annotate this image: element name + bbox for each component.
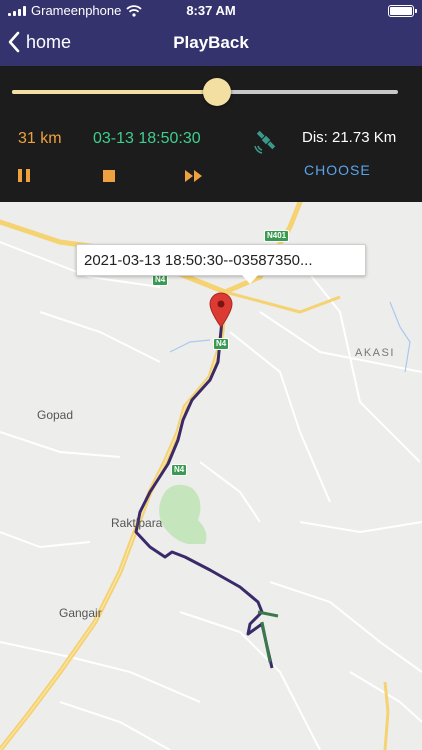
fast-forward-button[interactable] bbox=[183, 166, 207, 186]
map-pin-icon[interactable] bbox=[208, 292, 234, 328]
slider-thumb[interactable] bbox=[202, 78, 231, 106]
route-path bbox=[134, 319, 274, 669]
status-bar: Grameenphone 8:37 AM bbox=[0, 0, 422, 22]
slider-progress bbox=[12, 90, 217, 94]
stream bbox=[169, 339, 211, 353]
place-label-gangair: Gangair bbox=[59, 606, 102, 620]
stop-button[interactable] bbox=[100, 166, 120, 186]
datetime-readout: 03-13 18:50:30 bbox=[93, 130, 201, 147]
status-time: 8:37 AM bbox=[186, 3, 236, 18]
navigation-bar: home PlayBack bbox=[0, 22, 422, 66]
road-shield-n401: N401 bbox=[264, 230, 290, 242]
pause-button[interactable] bbox=[16, 166, 36, 186]
playback-slider[interactable] bbox=[12, 78, 398, 106]
page-title: PlayBack bbox=[173, 33, 249, 52]
highway-branch bbox=[224, 290, 341, 314]
park-area bbox=[159, 484, 207, 544]
distance-readout: Dis: 21.73 Km bbox=[302, 129, 397, 146]
fast-forward-icon bbox=[185, 170, 202, 182]
route-segment-green bbox=[257, 610, 279, 663]
road-south bbox=[383, 681, 390, 750]
river bbox=[389, 301, 411, 373]
road-shield-n4-mid: N4 bbox=[213, 338, 230, 350]
speed-readout: 31 km bbox=[18, 130, 62, 147]
road-shield-n4-low: N4 bbox=[171, 464, 188, 476]
choose-button[interactable]: CHOOSE bbox=[304, 162, 371, 178]
map-canvas[interactable] bbox=[0, 202, 422, 750]
satellite-icon bbox=[254, 130, 276, 154]
battery-icon bbox=[388, 5, 417, 17]
place-label-raktipara: Raktipara bbox=[111, 516, 163, 530]
info-callout[interactable]: 2021-03-13 18:50:30--03587350... bbox=[76, 244, 366, 284]
stop-icon bbox=[103, 170, 115, 182]
playback-controls: 31 km 03-13 18:50:30 Dis: 21.73 Km CHOOS… bbox=[0, 66, 422, 202]
place-label-gopad: Gopad bbox=[37, 408, 74, 422]
callout-text: 2021-03-13 18:50:30--03587350... bbox=[84, 252, 313, 269]
place-label-akasi: AKASI bbox=[355, 347, 395, 359]
map-view[interactable]: N401 N4 N4 N4 AKASI Gopad Raktipara Gang… bbox=[0, 202, 422, 750]
